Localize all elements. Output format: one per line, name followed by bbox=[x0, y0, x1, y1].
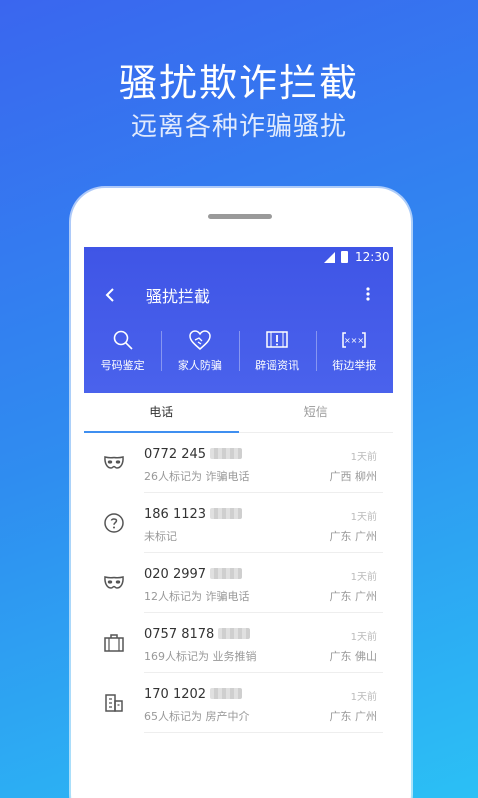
call-row[interactable]: 170 1202 65人标记为 房产中介 1天前 广东 广州 bbox=[84, 673, 393, 733]
back-icon[interactable] bbox=[100, 284, 122, 306]
call-location: 广东 广州 bbox=[329, 530, 378, 543]
tool-label: 家人防骗 bbox=[177, 359, 222, 372]
mask-icon bbox=[104, 456, 124, 469]
tab-calls[interactable]: 电话 bbox=[84, 393, 239, 433]
call-time: 1天前 bbox=[350, 692, 377, 703]
call-number: 020 2997 bbox=[144, 567, 243, 582]
alert-panel-icon bbox=[266, 331, 288, 348]
tool-label: 街边举报 bbox=[332, 359, 377, 372]
call-location: 广东 广州 bbox=[329, 710, 378, 723]
call-time: 1天前 bbox=[350, 632, 377, 643]
phone-speaker bbox=[208, 214, 272, 219]
call-list: 0772 245 26人标记为 诈骗电话 1天前 广西 柳州 186 1123 … bbox=[84, 433, 393, 733]
call-number: 186 1123 bbox=[144, 507, 243, 522]
hero-subtitle: 远离各种诈骗骚扰 bbox=[130, 112, 347, 142]
call-tag: 未标记 bbox=[144, 530, 177, 543]
call-row[interactable]: 0772 245 26人标记为 诈骗电话 1天前 广西 柳州 bbox=[84, 433, 393, 493]
redacted-digits bbox=[218, 628, 251, 639]
call-time: 1天前 bbox=[350, 572, 377, 583]
building-icon bbox=[105, 694, 123, 712]
phone-frame: 12:30 骚扰拦截 号码鉴定 家人防骗 辟谣资讯 ××× 街边举报 电话 短信… bbox=[71, 188, 411, 798]
call-tag: 12人标记为 诈骗电话 bbox=[144, 590, 250, 603]
tab-bar: 电话 短信 bbox=[84, 393, 393, 433]
tab-sms[interactable]: 短信 bbox=[239, 393, 394, 432]
redacted-digits bbox=[210, 448, 243, 459]
call-time: 1天前 bbox=[350, 452, 377, 463]
masked-text-icon: ××× bbox=[342, 332, 367, 348]
call-number: 170 1202 bbox=[144, 687, 243, 702]
app-header: 12:30 骚扰拦截 号码鉴定 家人防骗 辟谣资讯 ××× 街边举报 bbox=[84, 247, 393, 393]
mask-icon bbox=[104, 576, 124, 589]
call-location: 广东 广州 bbox=[329, 590, 378, 603]
status-bar: 12:30 bbox=[84, 247, 393, 268]
call-location: 广东 佛山 bbox=[329, 650, 378, 663]
tool-street-report[interactable]: ××× 街边举报 bbox=[315, 329, 393, 379]
call-row[interactable]: 186 1123 未标记 1天前 广东 广州 bbox=[84, 493, 393, 553]
call-location: 广西 柳州 bbox=[329, 470, 378, 483]
search-icon bbox=[113, 330, 133, 350]
call-tag: 65人标记为 房产中介 bbox=[144, 710, 250, 723]
redacted-digits bbox=[210, 568, 243, 579]
call-time: 1天前 bbox=[350, 512, 377, 523]
call-number: 0772 245 bbox=[144, 447, 243, 462]
tool-label: 辟谣资讯 bbox=[255, 359, 300, 372]
heart-hands-icon bbox=[189, 330, 211, 350]
tool-number-check[interactable]: 号码鉴定 bbox=[84, 329, 161, 379]
tool-rumor-news[interactable]: 辟谣资讯 bbox=[238, 329, 316, 379]
more-icon[interactable] bbox=[362, 283, 374, 305]
tool-family-protect[interactable]: 家人防骗 bbox=[161, 329, 238, 379]
redacted-digits bbox=[210, 688, 243, 699]
call-row[interactable]: 020 2997 12人标记为 诈骗电话 1天前 广东 广州 bbox=[84, 553, 393, 613]
tool-label: 号码鉴定 bbox=[100, 359, 145, 372]
page-title: 骚扰拦截 bbox=[146, 287, 211, 306]
question-icon bbox=[104, 513, 124, 533]
tool-bar: 号码鉴定 家人防骗 辟谣资讯 ××× 街边举报 bbox=[84, 329, 393, 379]
battery-icon bbox=[341, 251, 348, 263]
call-number: 0757 8178 bbox=[144, 627, 251, 642]
hero-title: 骚扰欺诈拦截 bbox=[118, 61, 359, 105]
svg-text:×××: ××× bbox=[344, 336, 364, 345]
status-time: 12:30 bbox=[355, 250, 390, 264]
call-tag: 169人标记为 业务推销 bbox=[144, 650, 257, 663]
phone-screen: 12:30 骚扰拦截 号码鉴定 家人防骗 辟谣资讯 ××× 街边举报 电话 短信… bbox=[84, 247, 393, 798]
signal-icon bbox=[324, 252, 335, 263]
call-tag: 26人标记为 诈骗电话 bbox=[144, 470, 250, 483]
briefcase-icon bbox=[104, 634, 124, 652]
redacted-digits bbox=[210, 508, 243, 519]
call-row[interactable]: 0757 8178 169人标记为 业务推销 1天前 广东 佛山 bbox=[84, 613, 393, 673]
